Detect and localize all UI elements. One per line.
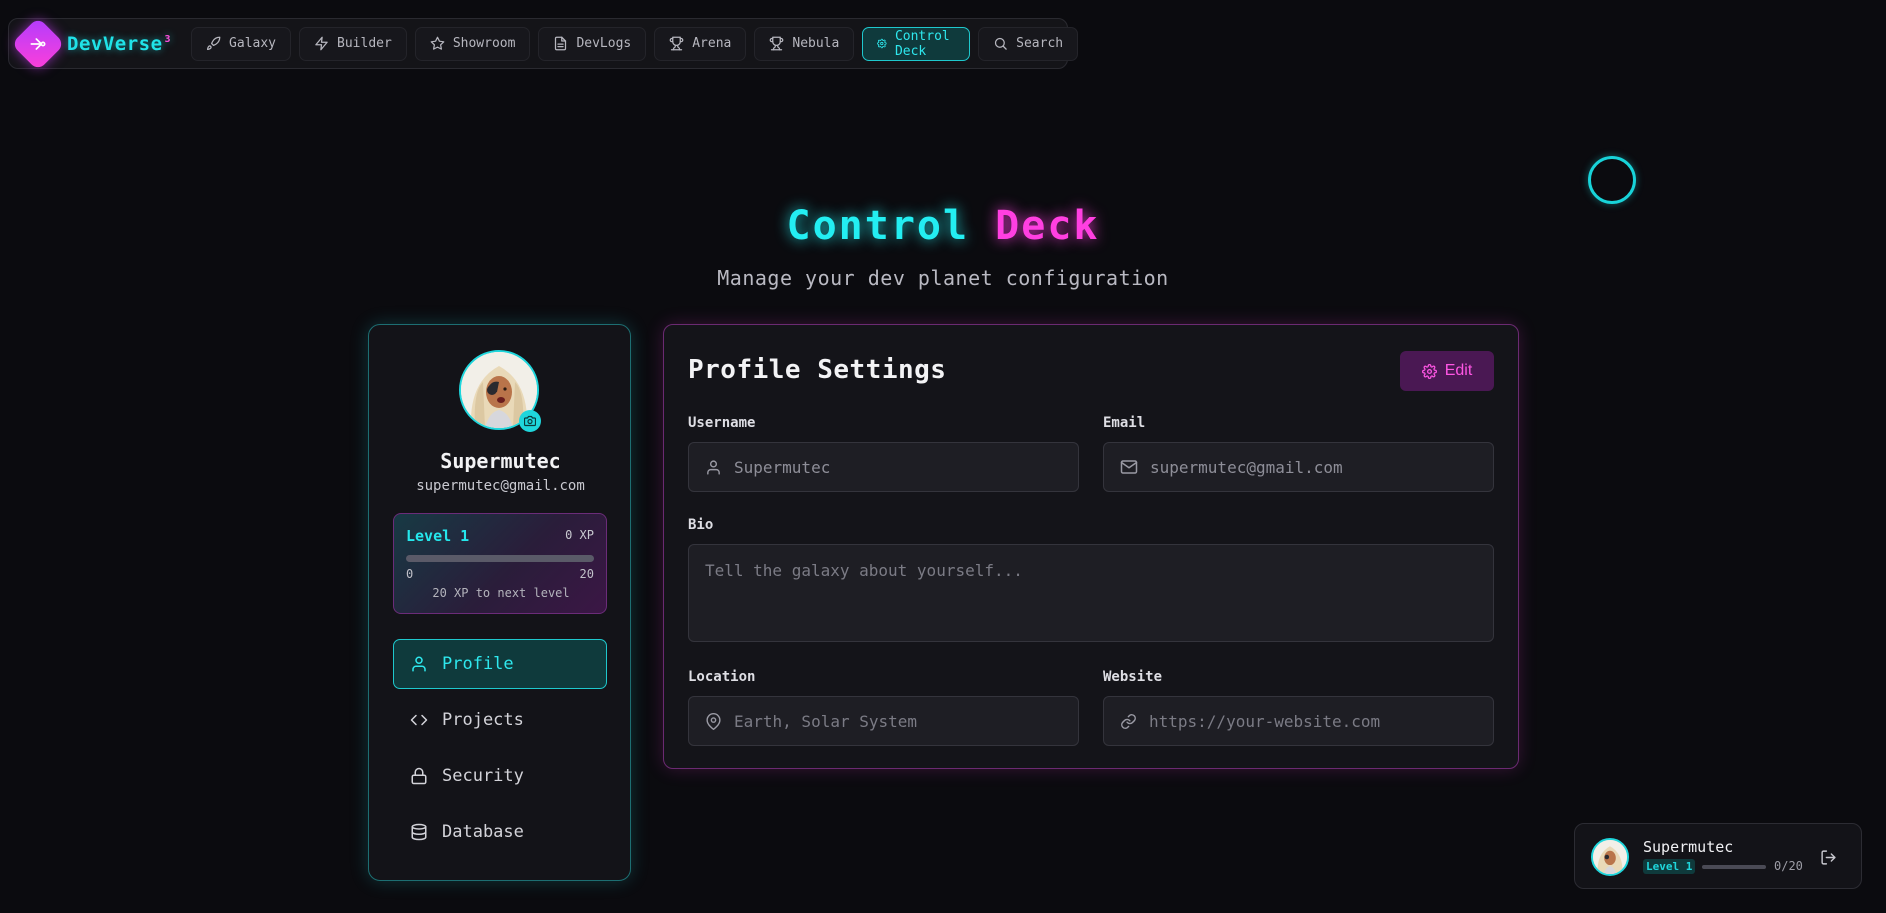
email-input[interactable]: [1150, 457, 1493, 477]
settings-menu: Profile Projects Security Database: [393, 639, 607, 863]
profile-email: supermutec@gmail.com: [416, 478, 585, 494]
rocket-logo-icon: [11, 16, 65, 71]
sidebar-item-label: Projects: [442, 710, 524, 730]
camera-icon[interactable]: [519, 410, 541, 432]
sidebar-item-label: Security: [442, 766, 524, 786]
edit-button-label: Edit: [1444, 362, 1473, 379]
nav-search[interactable]: Search: [978, 26, 1079, 61]
nav-control-deck[interactable]: Control Deck: [862, 26, 971, 61]
xp-label: 0 XP: [565, 528, 594, 542]
nav-label: Search: [1016, 36, 1064, 51]
link-icon: [1121, 713, 1136, 729]
nav-label: Control Deck: [894, 28, 950, 59]
username-field-wrapper: [688, 442, 1079, 492]
bio-textarea[interactable]: [705, 561, 1493, 621]
sidebar-item-projects[interactable]: Projects: [393, 695, 607, 745]
sidebar-item-label: Database: [442, 822, 524, 842]
nav-label: Nebula: [792, 36, 840, 51]
website-label: Website: [1103, 669, 1163, 685]
logout-icon: [1820, 849, 1836, 865]
page-title: Control Deck: [0, 203, 1886, 249]
top-nav: DevVerse 3 Galaxy Builder Showroom DevLog…: [8, 16, 1079, 71]
nav-label: DevLogs: [576, 36, 632, 51]
username-input[interactable]: [734, 457, 1078, 477]
nav-builder[interactable]: Builder: [299, 26, 407, 61]
profile-settings-panel: Profile Settings Edit Username Email Bio…: [663, 324, 1519, 769]
database-icon: [411, 823, 427, 841]
username-label: Username: [688, 415, 756, 431]
nav-nebula[interactable]: Nebula: [754, 26, 855, 61]
bio-field-wrapper: [688, 544, 1494, 642]
nav-label: Builder: [337, 36, 392, 51]
sidebar-item-security[interactable]: Security: [393, 751, 607, 801]
email-field-wrapper: [1103, 442, 1494, 492]
profile-username: Supermutec: [440, 449, 561, 473]
avatar[interactable]: [1591, 838, 1629, 876]
nav-label: Arena: [692, 36, 732, 51]
avatar-container[interactable]: [459, 350, 541, 432]
mini-level-badge: Level 1: [1643, 859, 1696, 874]
rocket-icon: [206, 36, 221, 51]
xp-range-max: 20: [579, 567, 594, 581]
gear-icon: [1421, 363, 1437, 379]
bio-label: Bio: [688, 517, 714, 533]
brand[interactable]: DevVerse 3: [11, 16, 172, 71]
cursor-ring-decoration: [1588, 156, 1636, 204]
nav-label: Galaxy: [229, 36, 277, 51]
mini-username: Supermutec: [1643, 838, 1734, 856]
document-icon: [555, 36, 567, 51]
xp-progress-bar: [406, 555, 594, 562]
map-pin-icon: [706, 712, 721, 730]
sidebar-item-database[interactable]: Database: [393, 807, 607, 857]
trophy-icon: [669, 36, 684, 51]
profile-sidebar: Supermutec supermutec@gmail.com Level 1 …: [368, 324, 631, 881]
edit-button[interactable]: Edit: [1400, 351, 1494, 391]
nav-showroom[interactable]: Showroom: [414, 26, 531, 61]
mail-icon: [1120, 460, 1138, 474]
code-icon: [410, 714, 428, 726]
xp-range-min: 0: [406, 567, 414, 581]
sidebar-item-profile[interactable]: Profile: [393, 639, 607, 689]
user-icon: [412, 656, 426, 672]
page-subtitle: Manage your dev planet configuration: [717, 266, 1169, 290]
user-icon: [707, 459, 720, 475]
website-field-wrapper: [1103, 696, 1494, 746]
page-title-part2: Deck: [995, 203, 1100, 249]
nav-label: Showroom: [452, 36, 516, 51]
level-card: Level 1 0 XP 0 20 20 XP to next level: [393, 513, 607, 614]
settings-title: Profile Settings: [688, 355, 947, 385]
mini-xp-progress-text: 0/20: [1774, 859, 1803, 873]
page-title-part1: Control: [786, 203, 970, 249]
website-input[interactable]: [1149, 711, 1493, 731]
search-icon: [995, 37, 1007, 50]
nav-devlogs[interactable]: DevLogs: [538, 26, 647, 61]
email-label: Email: [1103, 415, 1146, 431]
gear-icon: [877, 38, 887, 49]
level-label: Level 1: [406, 527, 470, 545]
brand-name: DevVerse 3: [67, 32, 172, 55]
next-level-text: 20 XP to next level: [432, 586, 570, 600]
sidebar-item-label: Profile: [442, 654, 514, 674]
nav-galaxy[interactable]: Galaxy: [191, 26, 292, 61]
location-input[interactable]: [734, 711, 1078, 731]
trophy-icon: [770, 36, 784, 51]
mini-xp-progress-bar: [1702, 865, 1766, 869]
user-mini-card: Supermutec Level 1 0/20: [1574, 823, 1862, 889]
star-icon: [430, 36, 445, 50]
lock-icon: [411, 767, 427, 785]
location-field-wrapper: [688, 696, 1079, 746]
location-label: Location: [688, 669, 756, 685]
bolt-icon: [315, 36, 328, 51]
logout-button[interactable]: [1817, 846, 1839, 868]
nav-arena[interactable]: Arena: [654, 26, 747, 61]
